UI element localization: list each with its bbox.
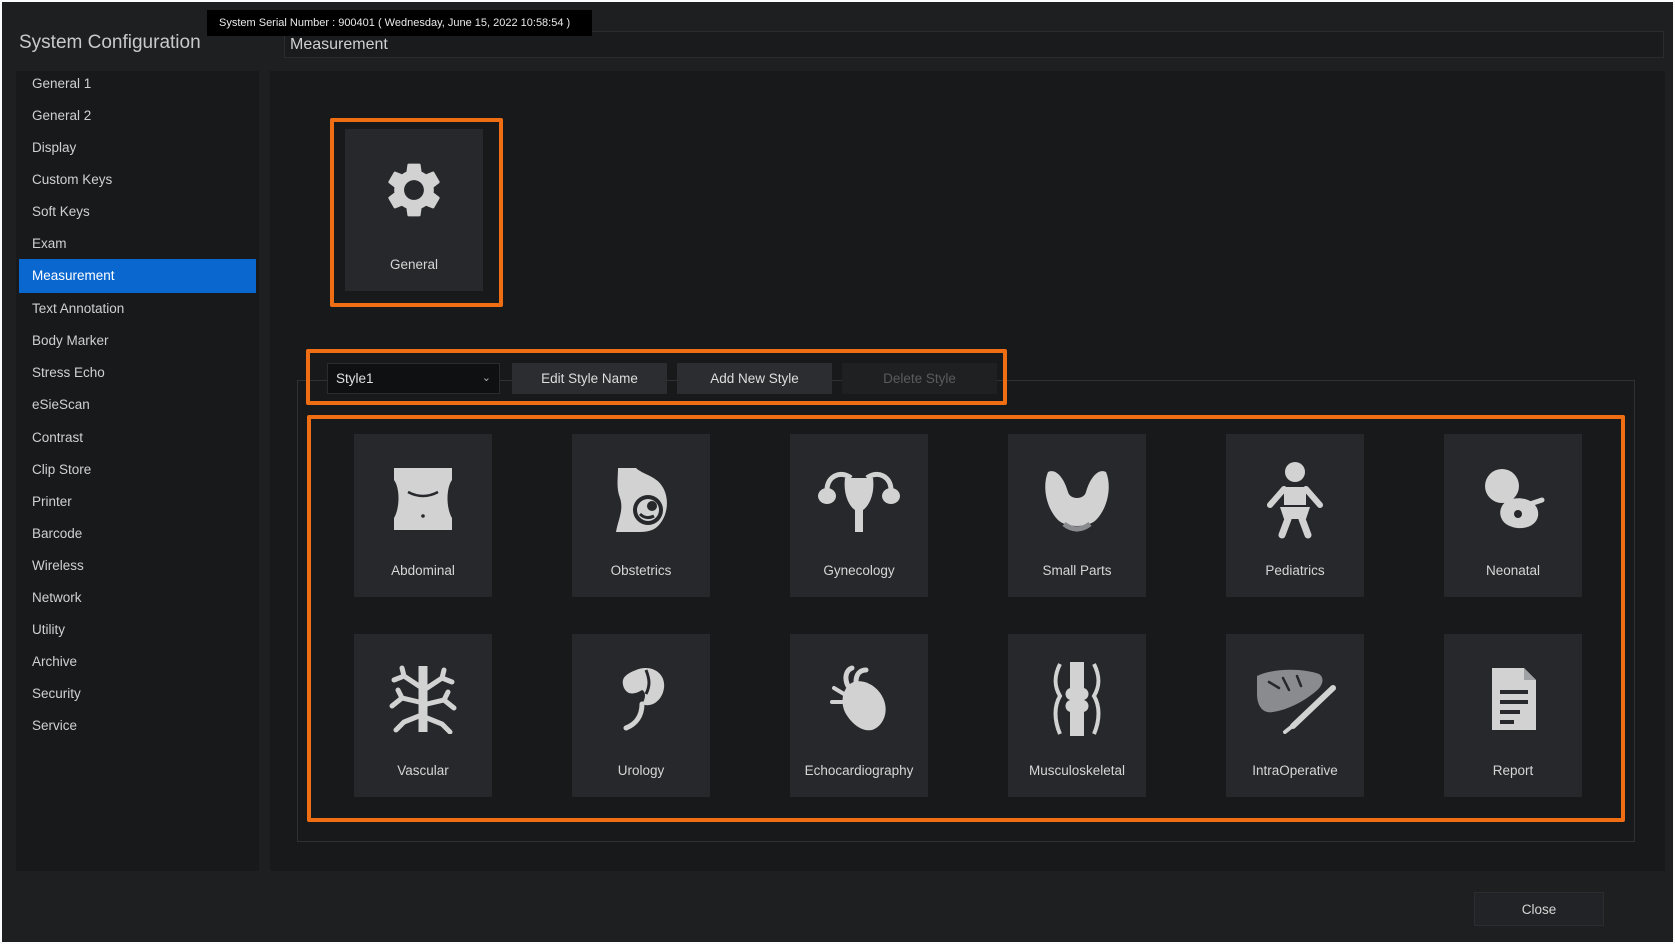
app-tile-obstetrics[interactable]: Obstetrics [572, 434, 710, 597]
thyroid-icon [1045, 471, 1109, 532]
heart-icon [830, 665, 886, 731]
chevron-down-icon: ⌄ [481, 372, 491, 384]
general-tile-label: General [389, 257, 439, 272]
app-tile-gynecology[interactable]: Gynecology [790, 434, 928, 597]
app-tile-neonatal[interactable]: Neonatal [1444, 434, 1582, 597]
delete-style-button[interactable]: Delete Style [842, 363, 997, 394]
app-label-abdominal: Abdominal [391, 563, 455, 578]
sidebar-item-printer[interactable]: Printer [19, 485, 256, 519]
sidebar-item-soft-keys[interactable]: Soft Keys [19, 195, 256, 229]
sidebar-item-esiescan[interactable]: eSieScan [19, 388, 256, 422]
sidebar-item-custom-keys[interactable]: Custom Keys [19, 163, 256, 197]
app-tile-musculoskeletal[interactable]: Musculoskeletal [1008, 634, 1146, 797]
app-tile-echocardiography[interactable]: Echocardiography [790, 634, 928, 797]
app-label-urology: Urology [617, 763, 665, 778]
kidney-icon [622, 668, 665, 731]
style-select-value: Style1 [336, 371, 374, 386]
app-label-musculoskeletal: Musculoskeletal [1028, 763, 1126, 778]
sidebar-item-exam[interactable]: Exam [19, 227, 256, 261]
system-serial-bar: System Serial Number : 900401 ( Wednesda… [207, 10, 592, 36]
sidebar-item-stress-echo[interactable]: Stress Echo [19, 356, 256, 390]
app-label-report: Report [1492, 763, 1534, 778]
app-tile-report[interactable]: Report [1444, 634, 1582, 797]
pregnancy-icon [616, 468, 667, 532]
fetus-icon [1485, 469, 1545, 529]
sidebar-item-utility[interactable]: Utility [19, 613, 256, 647]
sidebar-item-general-2[interactable]: General 2 [19, 99, 256, 133]
sidebar-item-display[interactable]: Display [19, 131, 256, 165]
uterus-icon [818, 472, 900, 532]
general-tile[interactable]: General [345, 129, 483, 291]
app-tile-urology[interactable]: Urology [572, 634, 710, 797]
app-label-neonatal: Neonatal [1485, 563, 1541, 578]
app-tile-small-parts[interactable]: Small Parts [1008, 434, 1146, 597]
sidebar-item-general-1[interactable]: General 1 [19, 67, 256, 101]
style-select[interactable]: Style1 ⌄ [327, 363, 500, 394]
sidebar-item-service[interactable]: Service [19, 709, 256, 743]
app-title: System Configuration [19, 32, 201, 53]
app-label-intraoperative: IntraOperative [1252, 763, 1338, 778]
vessel-icon [389, 665, 457, 734]
app-label-obstetrics: Obstetrics [610, 563, 672, 578]
gear-icon [388, 163, 440, 217]
app-tile-abdominal[interactable]: Abdominal [354, 434, 492, 597]
sidebar-item-clip-store[interactable]: Clip Store [19, 453, 256, 487]
document-icon [1492, 668, 1536, 730]
knee-icon [1053, 662, 1101, 736]
sidebar-item-contrast[interactable]: Contrast [19, 421, 256, 455]
style-frame [297, 380, 1635, 842]
app-label-small-parts: Small Parts [1042, 563, 1112, 578]
sidebar-item-security[interactable]: Security [19, 677, 256, 711]
app-label-vascular: Vascular [397, 763, 449, 778]
sidebar-item-body-marker[interactable]: Body Marker [19, 324, 256, 358]
sidebar-item-text-annotation[interactable]: Text Annotation [19, 292, 256, 326]
liver-scalpel-icon [1257, 669, 1336, 734]
app-tile-vascular[interactable]: Vascular [354, 634, 492, 797]
system-configuration-window: System Configuration Measurement General… [2, 2, 1673, 942]
edit-style-name-button[interactable]: Edit Style Name [512, 363, 667, 394]
close-button[interactable]: Close [1474, 892, 1604, 926]
sidebar-item-archive[interactable]: Archive [19, 645, 256, 679]
sidebar-item-wireless[interactable]: Wireless [19, 549, 256, 583]
app-label-gynecology: Gynecology [823, 563, 895, 578]
app-tile-pediatrics[interactable]: Pediatrics [1226, 434, 1364, 597]
app-tile-intraoperative[interactable]: IntraOperative [1226, 634, 1364, 797]
sidebar-item-barcode[interactable]: Barcode [19, 517, 256, 551]
sidebar-item-measurement[interactable]: Measurement [19, 259, 256, 293]
app-label-pediatrics: Pediatrics [1265, 563, 1325, 578]
abdomen-icon [394, 468, 452, 530]
app-label-echocardiography: Echocardiography [804, 763, 914, 778]
baby-icon [1267, 462, 1323, 539]
sidebar-item-network[interactable]: Network [19, 581, 256, 615]
add-new-style-button[interactable]: Add New Style [677, 363, 832, 394]
sidebar: General 1 General 2 Display Custom Keys … [16, 71, 259, 871]
